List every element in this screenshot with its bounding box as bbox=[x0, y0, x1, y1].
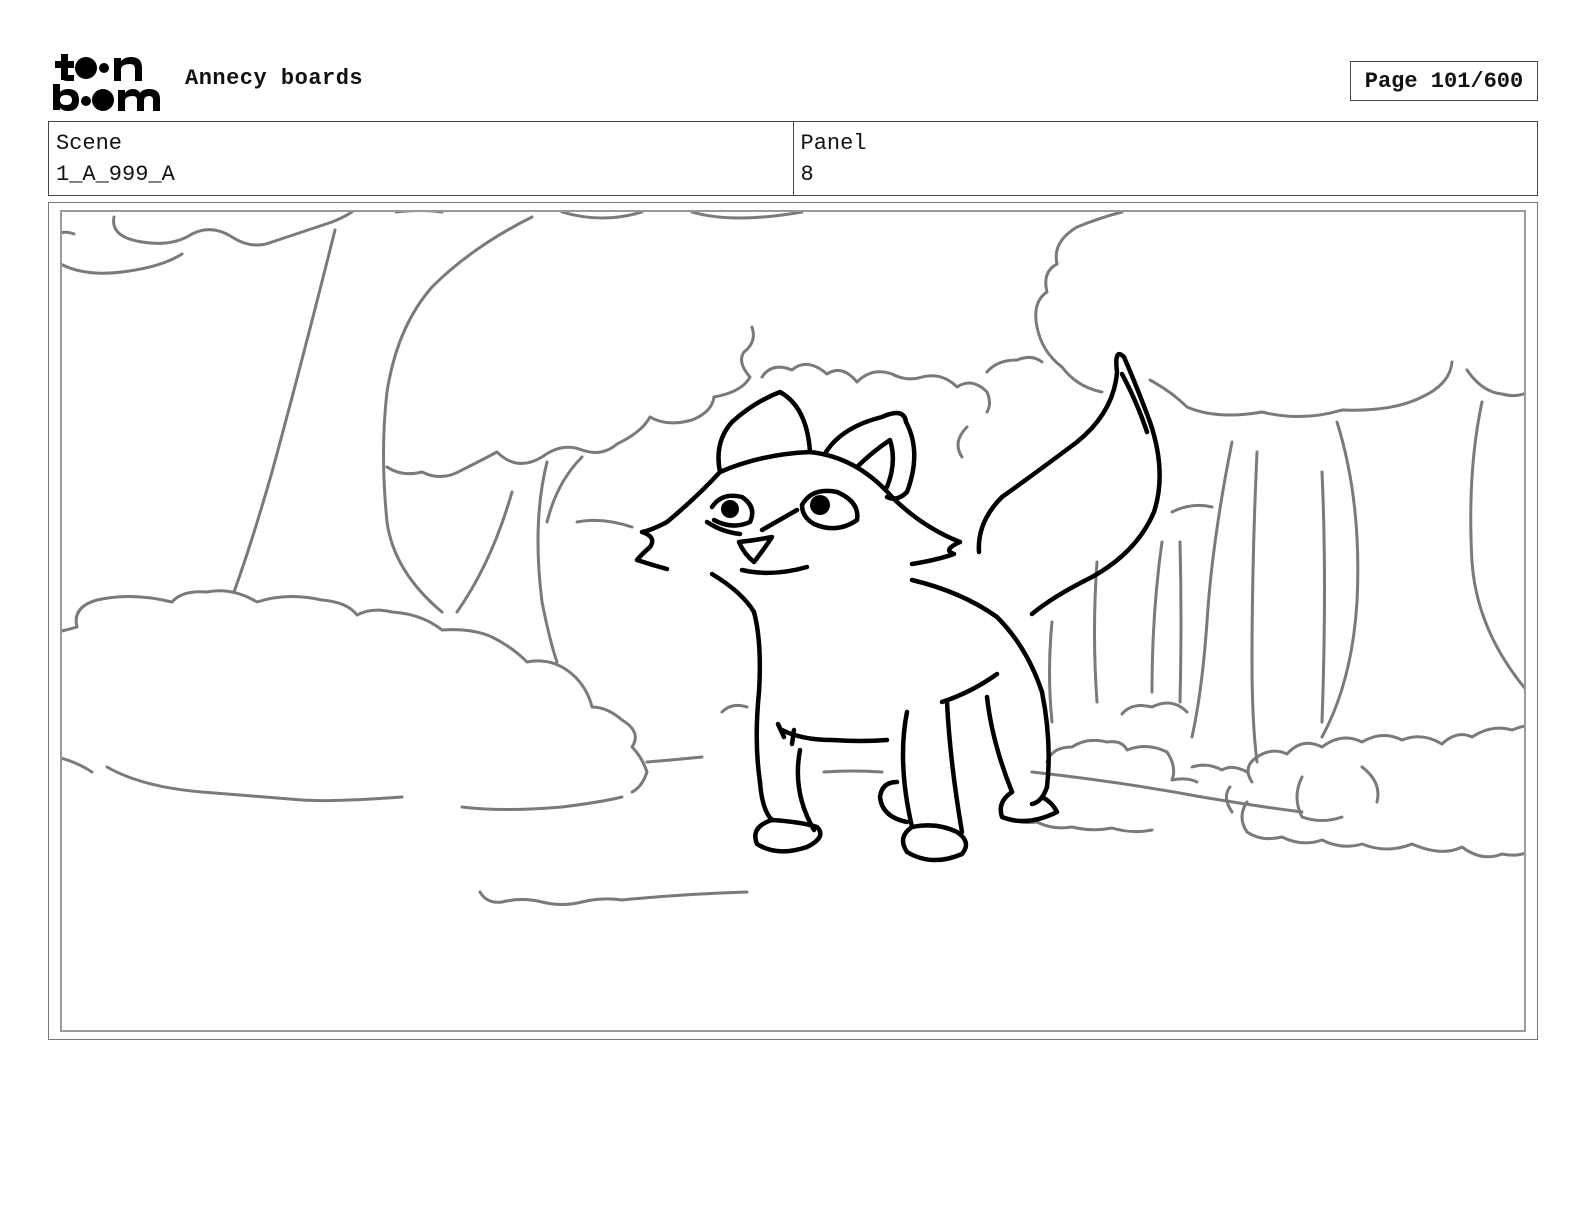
scene-value: 1_A_999_A bbox=[56, 162, 175, 187]
scene-label: Scene bbox=[56, 131, 123, 156]
page-indicator: Page 101/600 bbox=[1350, 61, 1538, 101]
project-title: Annecy boards bbox=[185, 66, 364, 91]
panel-image bbox=[60, 210, 1526, 1032]
toon-boom-logo bbox=[50, 50, 164, 112]
forest-background bbox=[62, 212, 1524, 906]
fox-character bbox=[634, 351, 1162, 863]
scene-panel-info-table: Scene 1_A_999_A Panel 8 bbox=[48, 121, 1538, 196]
storyboard-sketch bbox=[62, 212, 1524, 906]
page-label: Page 101/600 bbox=[1364, 68, 1524, 94]
panel-cell: Panel 8 bbox=[792, 122, 1538, 195]
panel-value: 8 bbox=[800, 162, 814, 187]
panel-label: Panel bbox=[800, 131, 867, 156]
scene-cell: Scene 1_A_999_A bbox=[49, 122, 793, 195]
